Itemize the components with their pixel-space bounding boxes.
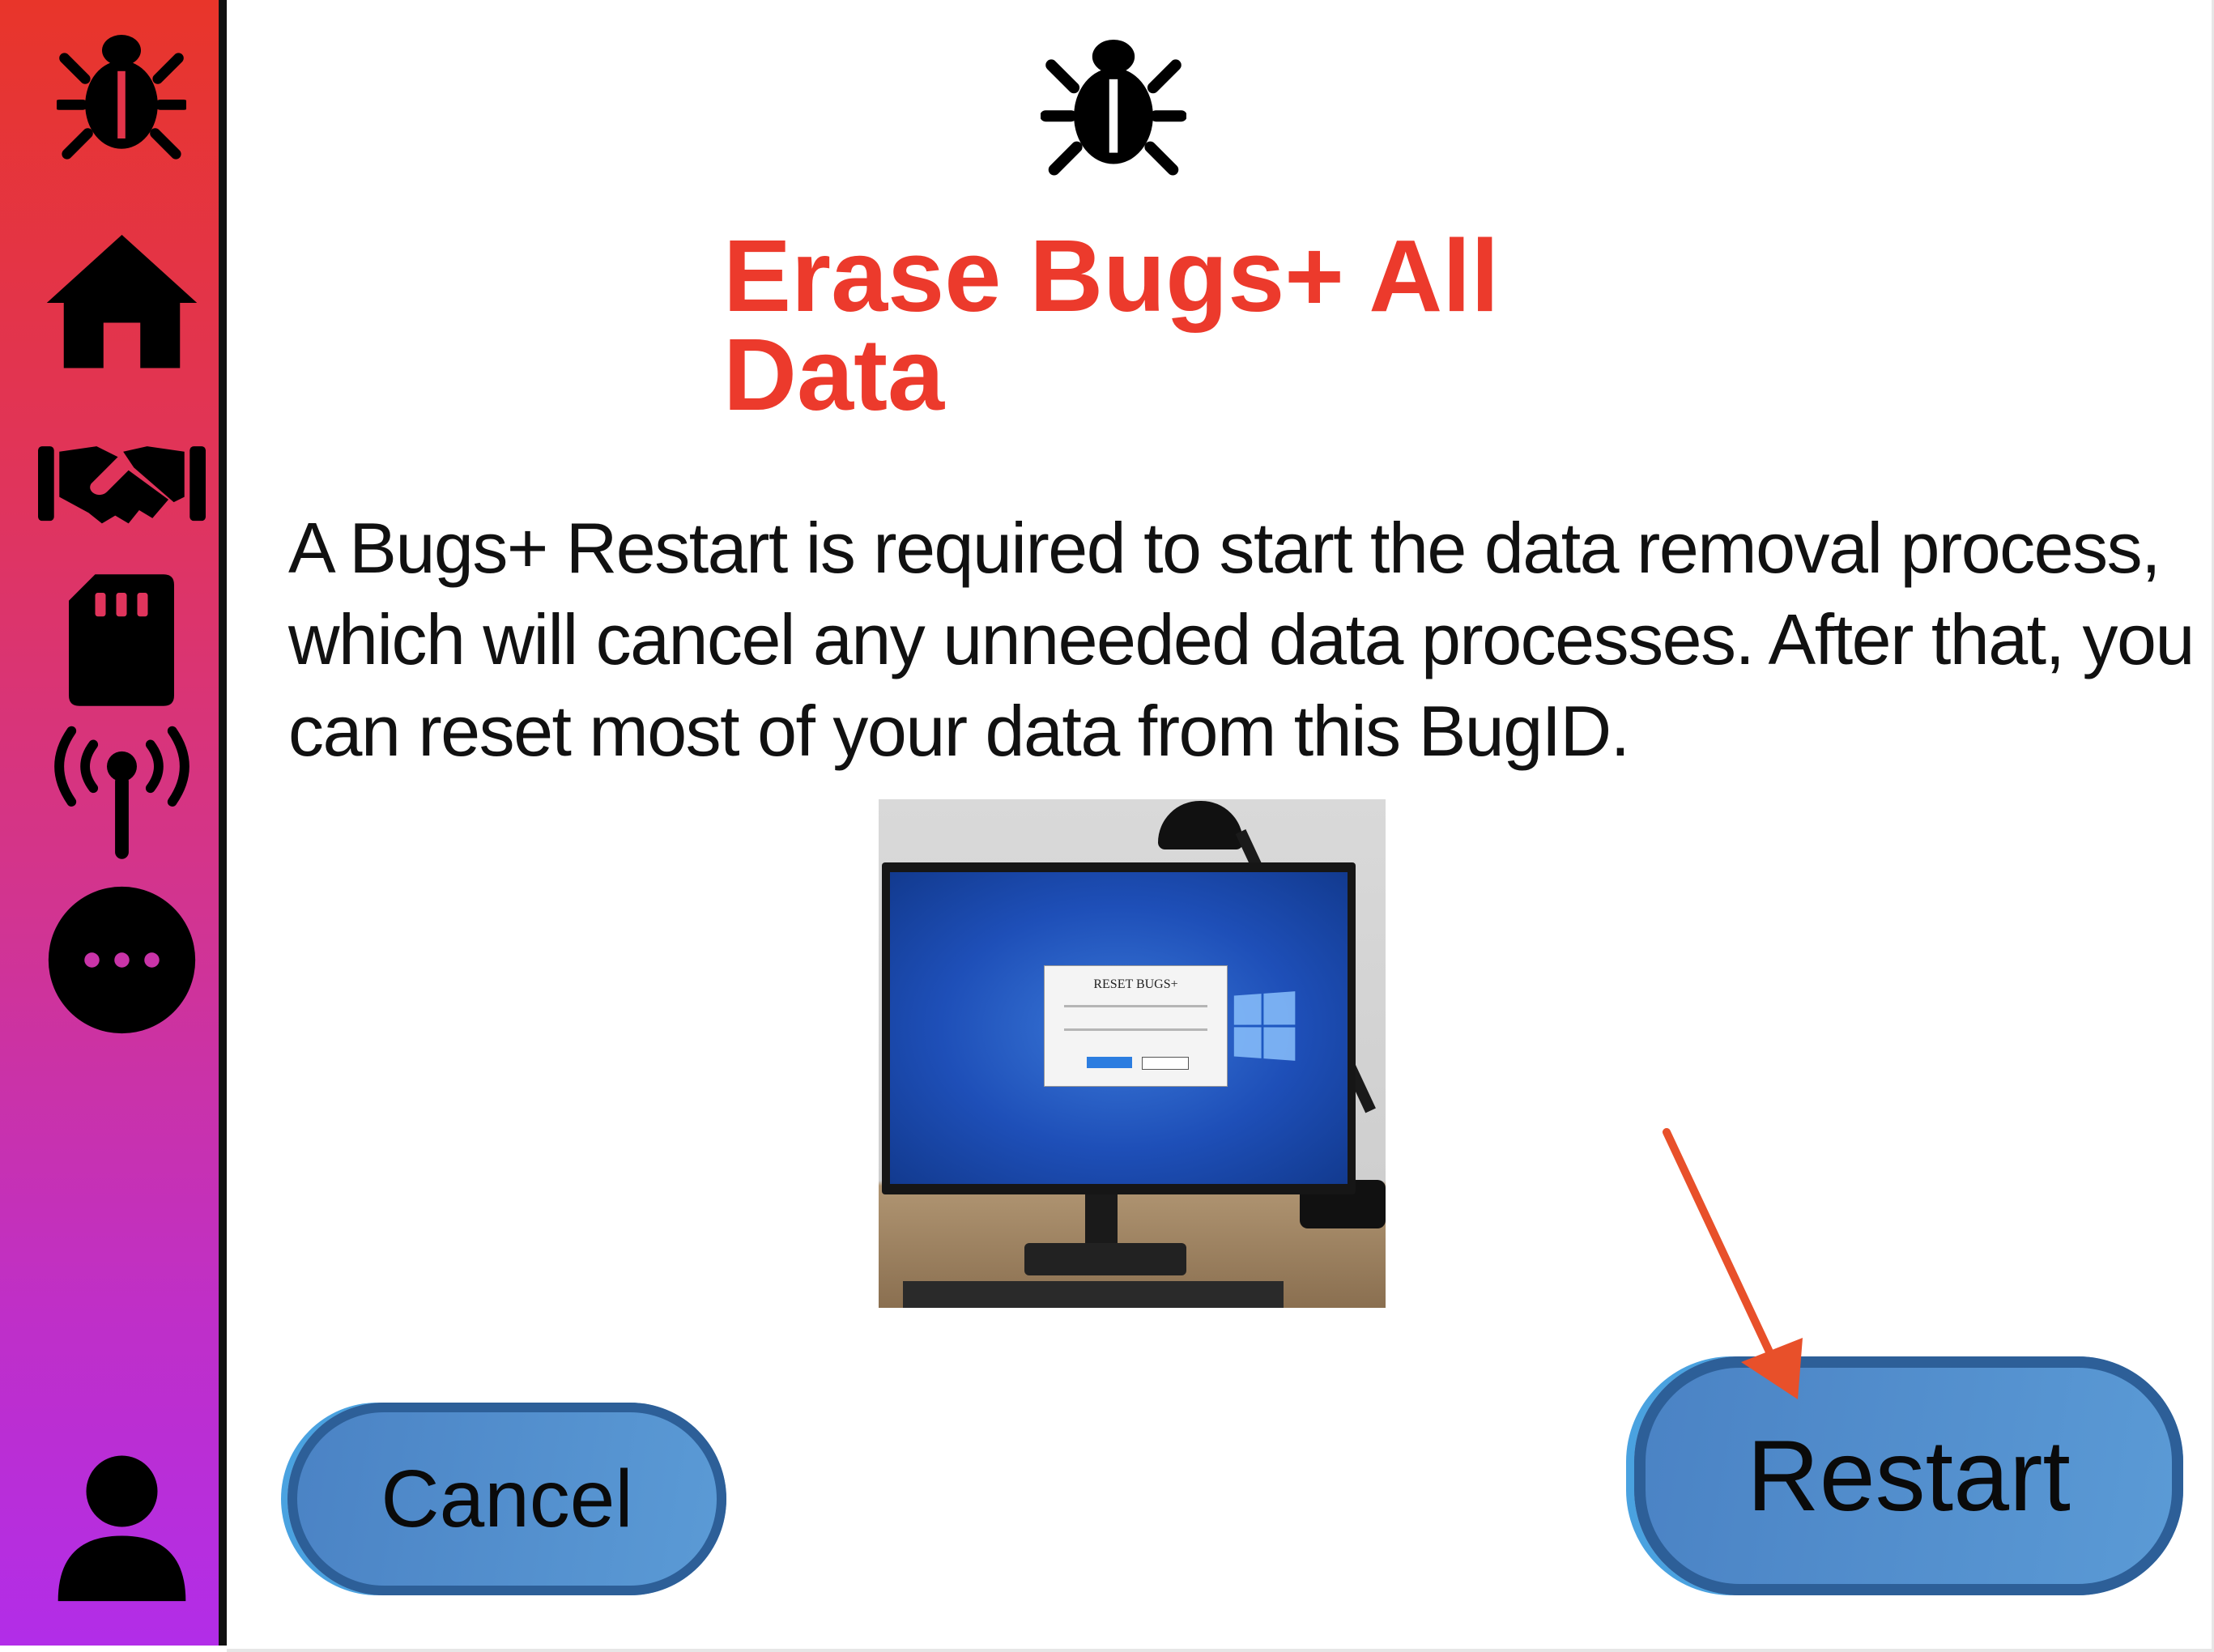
dialog-title: Erase Bugs+ All Data	[723, 219, 1500, 432]
cancel-button[interactable]: Cancel	[287, 1403, 726, 1595]
bug-icon[interactable]	[28, 24, 215, 162]
sd-card-icon[interactable]	[28, 571, 215, 709]
image-reset-dialog: RESET BUGS+	[1044, 965, 1228, 1087]
windows-logo-icon	[1233, 991, 1296, 1061]
lamp-graphic	[1158, 801, 1243, 849]
dialog-description: A Bugs+ Restart is required to start the…	[288, 508, 2195, 771]
bug-icon	[1040, 28, 1187, 178]
antenna-icon[interactable]	[28, 725, 215, 862]
monitor-screen: RESET BUGS+	[890, 872, 1348, 1184]
more-icon[interactable]	[28, 883, 215, 1037]
keyboard-graphic	[903, 1281, 1284, 1308]
monitor-graphic: RESET BUGS+	[882, 862, 1356, 1194]
image-dialog-reset-button	[1087, 1057, 1132, 1068]
arrow-annotation-icon	[1663, 1128, 1803, 1399]
reset-illustration-image: RESET BUGS+	[879, 799, 1386, 1308]
image-dialog-text-lines	[1064, 1005, 1207, 1031]
image-dialog-cancel-button	[1142, 1057, 1189, 1070]
home-icon[interactable]	[28, 227, 215, 373]
monitor-base-graphic	[1024, 1243, 1186, 1275]
image-dialog-title: RESET BUGS+	[1093, 977, 1178, 991]
user-icon[interactable]	[28, 1446, 215, 1607]
handshake-icon[interactable]	[28, 429, 215, 534]
sidebar	[0, 0, 227, 1646]
window-edge-bottom	[227, 1649, 2214, 1652]
